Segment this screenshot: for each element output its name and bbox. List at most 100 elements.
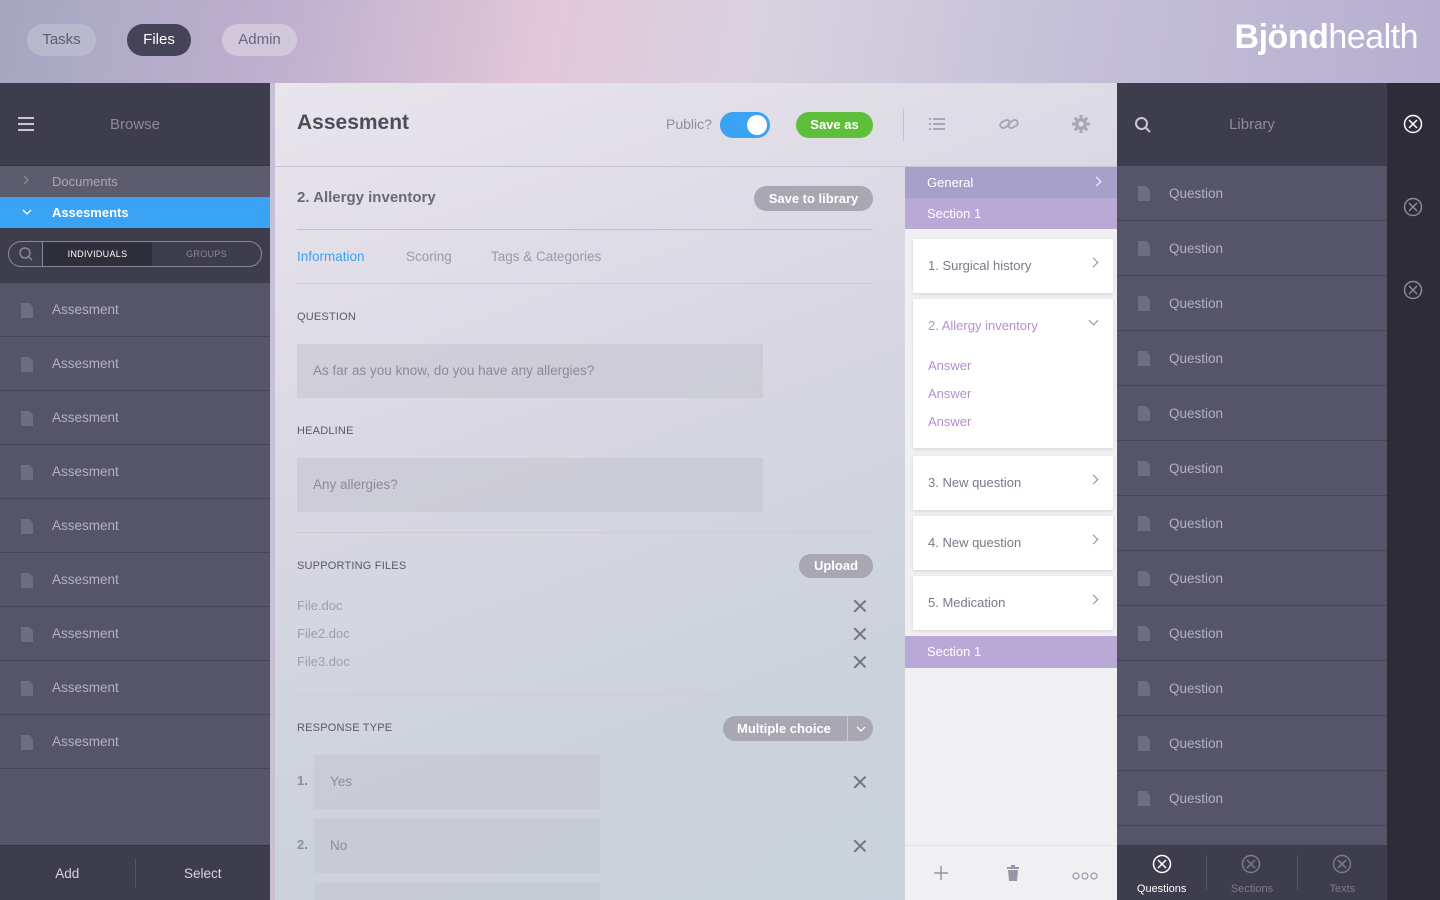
list-item[interactable]: Assesment bbox=[0, 661, 270, 715]
tree-item-documents[interactable]: Documents bbox=[0, 166, 270, 197]
save-as-button[interactable]: Save as bbox=[796, 112, 873, 138]
answer-item[interactable]: Answer bbox=[928, 414, 971, 429]
chevron-right-icon bbox=[22, 166, 30, 197]
library-item[interactable]: Question bbox=[1117, 276, 1387, 331]
library-item[interactable]: Question bbox=[1117, 386, 1387, 441]
close-icon[interactable] bbox=[1403, 280, 1423, 305]
select-button[interactable]: Select bbox=[136, 846, 271, 900]
headline-label: HEADLINE bbox=[297, 425, 354, 437]
response-number: 1. bbox=[297, 773, 308, 788]
library-item[interactable]: Question bbox=[1117, 771, 1387, 826]
add-icon[interactable] bbox=[933, 865, 949, 886]
remove-response-icon[interactable] bbox=[854, 776, 866, 788]
close-icon[interactable] bbox=[1403, 197, 1423, 222]
document-icon bbox=[1138, 571, 1150, 586]
library-item[interactable]: Question bbox=[1117, 166, 1387, 221]
question-label: QUESTION bbox=[297, 311, 357, 323]
question-card-expanded[interactable]: 2. Allergy inventory Answer Answer Answe… bbox=[913, 299, 1113, 448]
chevron-right-icon bbox=[1088, 474, 1099, 485]
library-item[interactable]: Question bbox=[1117, 331, 1387, 386]
list-item-label: Assesment bbox=[52, 572, 119, 587]
link-icon[interactable] bbox=[998, 113, 1020, 135]
tab-scoring[interactable]: Scoring bbox=[406, 249, 452, 264]
close-icon[interactable] bbox=[1403, 114, 1423, 139]
file-item[interactable]: File.doc bbox=[297, 598, 343, 613]
library-item[interactable]: Question bbox=[1117, 441, 1387, 496]
remove-file-icon[interactable] bbox=[854, 628, 866, 640]
tab-sections[interactable]: Sections bbox=[1207, 845, 1296, 900]
answer-item[interactable]: Answer bbox=[928, 358, 971, 373]
chevron-right-icon bbox=[1088, 594, 1099, 605]
search-icon[interactable] bbox=[9, 242, 43, 266]
save-to-library-button[interactable]: Save to library bbox=[754, 186, 873, 211]
tree-item-assesments[interactable]: Assesments bbox=[0, 197, 270, 228]
general-header[interactable]: General bbox=[905, 167, 1122, 198]
remove-file-icon[interactable] bbox=[854, 600, 866, 612]
question-card[interactable]: 3. New question bbox=[913, 456, 1113, 510]
list-item[interactable]: Assesment bbox=[0, 391, 270, 445]
section-header[interactable]: Section 1 bbox=[905, 636, 1122, 668]
response-input[interactable]: No bbox=[314, 819, 600, 873]
tab-tags-categories[interactable]: Tags & Categories bbox=[491, 249, 601, 264]
headline-input[interactable]: Any allergies? bbox=[297, 458, 763, 512]
list-item[interactable]: Assesment bbox=[0, 715, 270, 769]
divider bbox=[297, 694, 873, 695]
list-item[interactable]: Assesment bbox=[0, 337, 270, 391]
nav-admin[interactable]: Admin bbox=[222, 24, 297, 56]
nav-files[interactable]: Files bbox=[127, 24, 191, 56]
segment-individuals[interactable]: INDIVIDUALS bbox=[43, 242, 152, 266]
question-input[interactable]: As far as you know, do you have any alle… bbox=[297, 344, 763, 398]
library-item[interactable]: Question bbox=[1117, 661, 1387, 716]
answer-item[interactable]: Answer bbox=[928, 386, 971, 401]
question-card[interactable]: 5. Medication bbox=[913, 576, 1113, 630]
list-item[interactable]: Assesment bbox=[0, 607, 270, 661]
public-toggle[interactable] bbox=[720, 112, 770, 138]
list-item-label: Assesment bbox=[52, 680, 119, 695]
list-item-label: Assesment bbox=[52, 410, 119, 425]
question-heading: 2. Allergy inventory bbox=[297, 189, 436, 206]
response-input[interactable]: Yes bbox=[314, 755, 600, 809]
library-item[interactable]: Question bbox=[1117, 716, 1387, 771]
gear-icon[interactable] bbox=[1070, 113, 1092, 135]
divider bbox=[297, 532, 873, 533]
list-icon[interactable] bbox=[926, 113, 948, 135]
tab-label: Questions bbox=[1136, 883, 1187, 895]
trash-icon[interactable] bbox=[1006, 865, 1020, 886]
circle-x-icon bbox=[1241, 854, 1261, 877]
logo-light: health bbox=[1328, 18, 1418, 56]
tab-questions[interactable]: Questions bbox=[1117, 845, 1206, 900]
list-item[interactable]: Assesment bbox=[0, 283, 270, 337]
response-input[interactable] bbox=[314, 883, 600, 900]
library-header: Library bbox=[1117, 83, 1387, 166]
segment-groups[interactable]: GROUPS bbox=[152, 242, 261, 266]
document-icon bbox=[21, 627, 33, 642]
library-item-label: Question bbox=[1169, 626, 1224, 641]
library-item[interactable]: Question bbox=[1117, 551, 1387, 606]
section-header[interactable]: Section 1 bbox=[905, 198, 1122, 229]
question-card[interactable]: 4. New question bbox=[913, 516, 1113, 570]
response-number: 2. bbox=[297, 837, 308, 852]
library-footer: Questions Sections Texts bbox=[1117, 845, 1387, 900]
upload-button[interactable]: Upload bbox=[799, 554, 873, 578]
library-item[interactable]: Question bbox=[1117, 221, 1387, 276]
list-item[interactable]: Assesment bbox=[0, 553, 270, 607]
editor-panel: Assesment Public? Save as 2. Allergy inv… bbox=[270, 83, 1122, 900]
sections-column: General Section 1 1. Surgical history 2.… bbox=[905, 167, 1122, 900]
tab-information[interactable]: Information bbox=[297, 249, 365, 264]
library-item[interactable]: Question bbox=[1117, 496, 1387, 551]
add-button[interactable]: Add bbox=[0, 846, 135, 900]
list-item[interactable]: Assesment bbox=[0, 445, 270, 499]
file-item[interactable]: File2.doc bbox=[297, 626, 350, 641]
remove-response-icon[interactable] bbox=[854, 840, 866, 852]
general-label: General bbox=[927, 175, 974, 190]
remove-file-icon[interactable] bbox=[854, 656, 866, 668]
list-item[interactable]: Assesment bbox=[0, 499, 270, 553]
document-icon bbox=[1138, 461, 1150, 476]
response-type-dropdown[interactable]: Multiple choice bbox=[723, 716, 873, 741]
nav-tasks[interactable]: Tasks bbox=[27, 24, 96, 56]
file-item[interactable]: File3.doc bbox=[297, 654, 350, 669]
more-icon[interactable] bbox=[1072, 868, 1098, 886]
question-card[interactable]: 1. Surgical history bbox=[913, 239, 1113, 293]
library-item[interactable]: Question bbox=[1117, 606, 1387, 661]
tab-texts[interactable]: Texts bbox=[1298, 845, 1387, 900]
